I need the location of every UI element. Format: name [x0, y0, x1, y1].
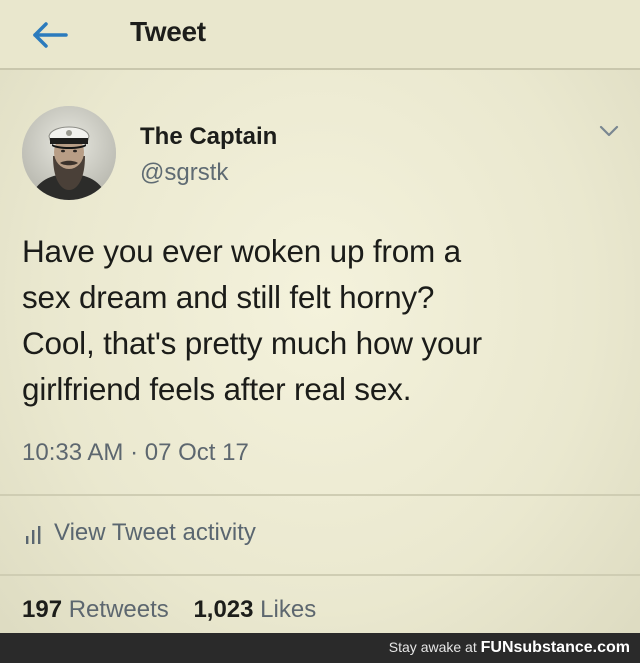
- view-tweet-activity-label: View Tweet activity: [54, 519, 256, 546]
- header-divider: [0, 68, 640, 70]
- back-button[interactable]: [30, 18, 70, 52]
- engagement-stats: 197 Retweets 1,023 Likes: [22, 596, 334, 624]
- divider: [0, 574, 640, 576]
- author-handle[interactable]: @sgrstk: [140, 159, 228, 187]
- retweets-stat[interactable]: 197 Retweets: [22, 596, 169, 623]
- tweet-menu-button[interactable]: [598, 124, 620, 138]
- retweets-count: 197: [22, 596, 63, 623]
- divider: [0, 494, 640, 496]
- page-title: Tweet: [130, 16, 206, 47]
- watermark-bar: Stay awake at FUNsubstance.com: [0, 633, 640, 663]
- bar-chart-icon: [26, 526, 41, 544]
- likes-label: Likes: [260, 596, 317, 623]
- author-name[interactable]: The Captain: [140, 123, 277, 151]
- tweet-text-line: girlfriend feels after real sex.: [22, 371, 412, 407]
- likes-stat[interactable]: 1,023 Likes: [193, 596, 316, 623]
- tweet-page: Tweet The Captain @sgrstk Have you ever …: [0, 0, 640, 663]
- tweet-text-line: sex dream and still felt horny?: [22, 279, 435, 315]
- top-bar: Tweet: [0, 0, 640, 68]
- avatar-image: [22, 106, 116, 200]
- view-tweet-activity-link[interactable]: View Tweet activity: [22, 516, 256, 550]
- tweet-text-line: Have you ever woken up from a: [22, 233, 461, 269]
- tweet-text-line: Cool, that's pretty much how your: [22, 325, 482, 361]
- watermark-prefix: Stay awake at: [388, 639, 477, 655]
- avatar[interactable]: [22, 106, 116, 200]
- watermark-brand: FUNsubstance.com: [480, 639, 630, 656]
- tweet-text: Have you ever woken up from a sex dream …: [22, 228, 622, 412]
- likes-count: 1,023: [193, 596, 254, 623]
- tweet-timestamp[interactable]: 10:33 AM · 07 Oct 17: [22, 439, 249, 467]
- chevron-down-icon: [599, 125, 619, 137]
- back-arrow-icon: [33, 22, 68, 48]
- retweets-label: Retweets: [68, 596, 169, 623]
- watermark-text: Stay awake at FUNsubstance.com: [389, 639, 630, 657]
